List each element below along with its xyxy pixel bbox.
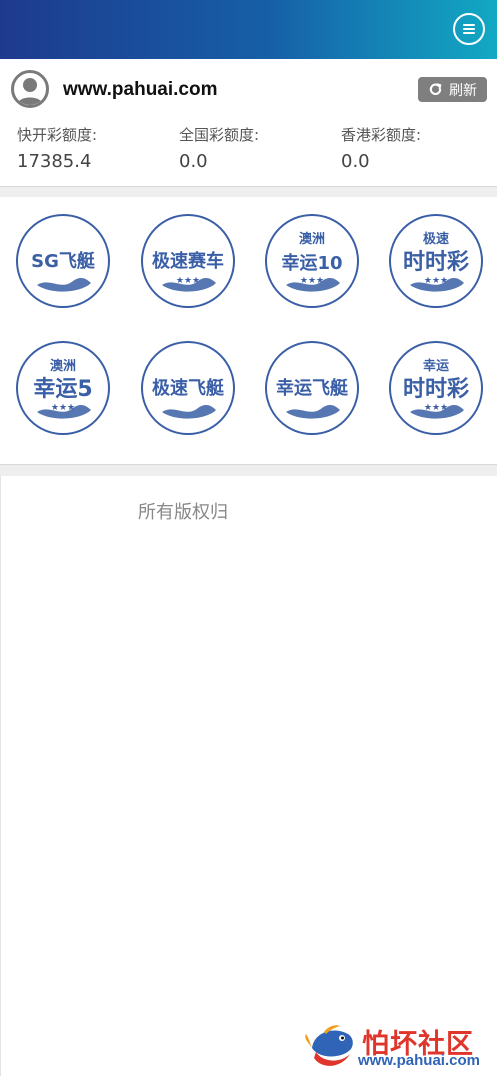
game-badge-icon: 极速时时彩★★★ [389,214,483,308]
quota-national: 全国彩额度: 0.0 [179,124,259,172]
user-info-row: www.pahuai.com 刷新 [0,59,497,121]
quota-quick: 快开彩额度: 17385.4 [17,124,97,172]
quota-label: 快开彩额度: [17,126,98,144]
quota-value: 0.0 [179,151,208,172]
hamburger-icon [463,24,475,34]
section-divider [0,186,497,197]
menu-button[interactable] [453,13,485,45]
stars-decoration: ★★★ [424,276,448,286]
game-item[interactable]: 极速时时彩 ★★★ [388,213,484,309]
refresh-button[interactable]: 刷新 [418,77,487,102]
copyright-text: 所有版权归 [138,502,228,523]
game-badge-icon: 幸运飞艇 [265,341,359,435]
stars-decoration: ★★★ [51,403,75,413]
game-subtitle: 极速 [423,231,449,247]
game-title: 幸运10 [281,252,342,274]
game-item[interactable]: 澳洲幸运5 ★★★ [15,340,111,436]
game-title: SG飞艇 [31,250,96,272]
game-badge-icon: 澳洲幸运5★★★ [16,341,110,435]
top-header-bar [0,0,497,59]
game-subtitle: 澳洲 [50,358,76,374]
game-title: 时时彩 [403,377,469,402]
game-badge-icon: 极速赛车 ★★★ [141,214,235,308]
game-item[interactable]: 澳洲幸运10 ★★★ [264,213,360,309]
stars-decoration: ★★★ [176,276,200,286]
game-badge-icon: 极速飞艇 [141,341,235,435]
section-divider [0,464,497,476]
game-title: 幸运5 [33,376,92,402]
quota-hongkong: 香港彩额度: 0.0 [341,124,421,172]
game-subtitle: 澳洲 [299,231,325,247]
game-badge-icon: 幸运时时彩★★★ [389,341,483,435]
game-item[interactable]: 幸运时时彩 ★★★ [388,340,484,436]
game-title: 极速赛车 [152,250,224,272]
watermark-url: www.pahuai.com [358,1052,480,1069]
site-name: www.pahuai.com [63,79,218,100]
game-title: 时时彩 [403,250,469,275]
game-item[interactable]: SG飞艇 [15,213,111,309]
game-title: 极速飞艇 [152,377,225,399]
quota-label: 香港彩额度: [341,126,422,144]
user-avatar-icon [11,70,49,108]
quota-value: 17385.4 [17,151,92,172]
refresh-label: 刷新 [449,82,477,99]
quota-label: 全国彩额度: [179,126,260,144]
game-title: 幸运飞艇 [276,377,349,399]
game-item[interactable]: 幸运飞艇 [264,340,360,436]
quota-row: 快开彩额度: 17385.4 全国彩额度: 0.0 香港彩额度: 0.0 [0,124,497,180]
quota-value: 0.0 [341,151,370,172]
game-badge-icon: 澳洲幸运10 ★★★ [265,214,359,308]
stars-decoration: ★★★ [300,276,324,286]
game-item[interactable]: 极速飞艇 [140,340,236,436]
page-edge-line [0,475,1,1076]
game-grid: SG飞艇 极速赛车 ★★★ 澳洲 幸运10 ★★★ 极速 时时彩 ★★★ 澳洲 幸运5 ★★★ 极速飞艇… [0,197,497,463]
game-subtitle: 幸运 [423,358,449,374]
game-item[interactable]: 极速赛车 ★★★ [140,213,236,309]
watermark-logo: 怕坏社区 www.pahuai.com [302,1018,494,1074]
fish-logo-icon [305,1025,353,1066]
game-badge-icon: SG飞艇 [16,214,110,308]
stars-decoration: ★★★ [424,403,448,413]
refresh-icon [429,83,442,95]
